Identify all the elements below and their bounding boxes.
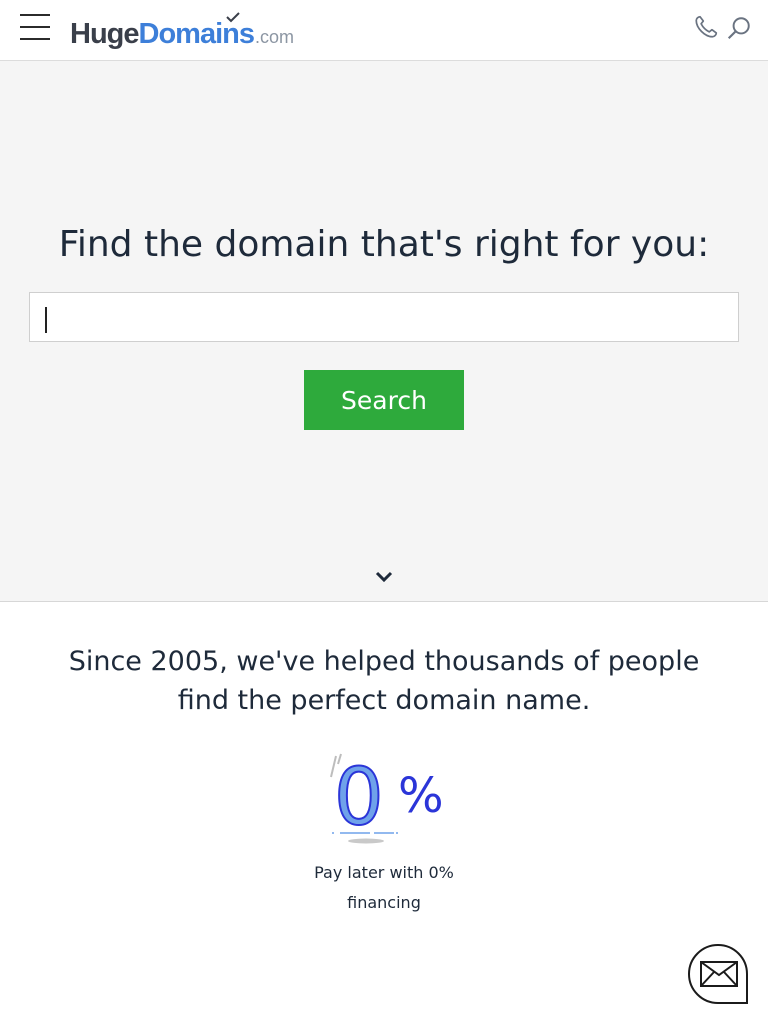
logo-huge: Huge — [70, 18, 139, 50]
tagline: Since 2005, we've helped thousands of pe… — [68, 646, 700, 716]
hamburger-menu-icon[interactable] — [20, 14, 50, 40]
site-header: HugeDomains.com — [0, 0, 768, 61]
chevron-down-icon[interactable] — [374, 570, 394, 584]
logo-checkmark-icon — [226, 12, 240, 23]
financing-text: Pay later with 0% financing — [314, 863, 454, 912]
text-cursor — [45, 307, 47, 333]
hero-title: Find the domain that's right for you: — [58, 224, 710, 265]
envelope-icon — [700, 961, 738, 987]
zero-digit: 0 — [334, 753, 384, 843]
search-button[interactable]: Search — [304, 370, 464, 430]
logo-dotcom: .com — [254, 27, 294, 47]
phone-icon[interactable] — [693, 14, 719, 40]
zero-percent-financing-icon: 0 % — [330, 752, 444, 844]
contact-button[interactable] — [688, 944, 748, 1004]
search-icon[interactable] — [726, 15, 752, 41]
hugedomains-logo[interactable]: HugeDomains.com — [70, 12, 294, 52]
domain-search-input[interactable] — [29, 292, 739, 342]
percent-symbol: % — [398, 768, 444, 824]
